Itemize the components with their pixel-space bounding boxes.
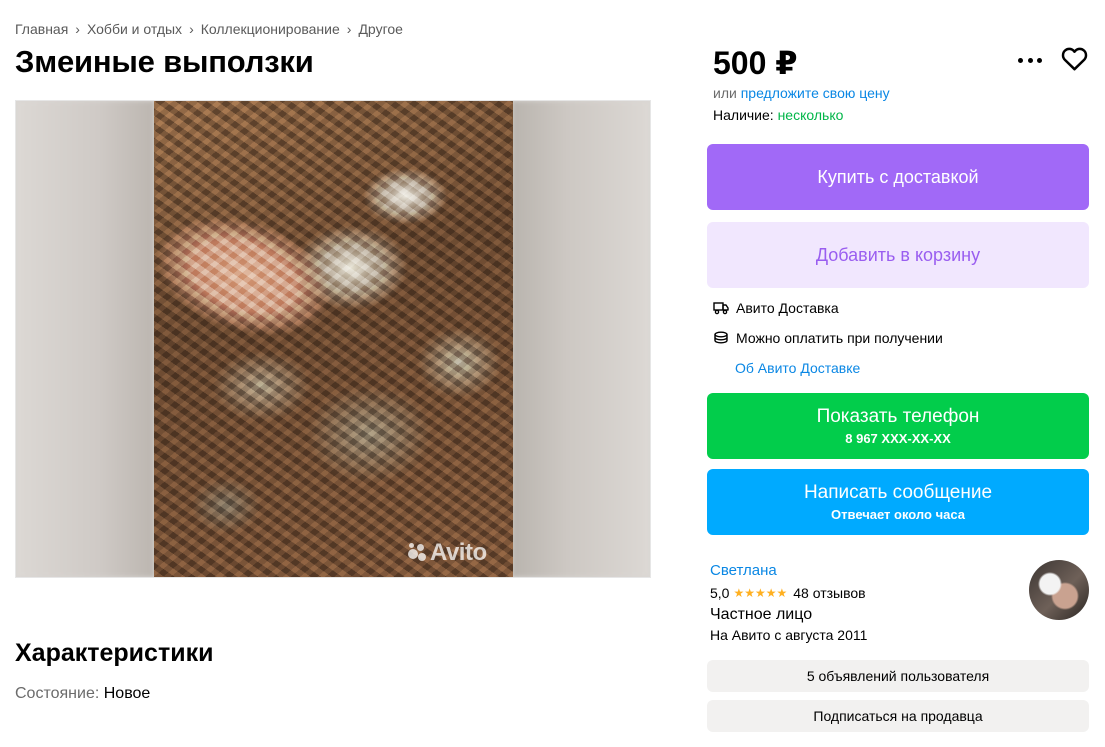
availability-value: несколько [777, 107, 844, 123]
reviews-link[interactable]: 48 отзывов [793, 585, 865, 601]
seller-since: На Авито с августа 2011 [710, 627, 868, 643]
condition-value: Новое [103, 685, 151, 702]
favorite-heart-icon[interactable] [1061, 46, 1088, 71]
breadcrumb-home[interactable]: Главная [15, 21, 68, 37]
photo-blur-right [512, 101, 650, 577]
breadcrumb-hobby[interactable]: Хобби и отдых [87, 21, 182, 37]
price: 500 ₽ [713, 45, 798, 81]
write-message-label: Написать сообщение [803, 482, 993, 503]
seller-listings-button[interactable]: 5 объявлений пользователя [707, 660, 1089, 692]
availability-label: Наличие: [713, 107, 778, 123]
delivery-label: Авито Доставка [736, 300, 839, 316]
rating-value: 5,0 [710, 585, 730, 601]
breadcrumb-separator: › [346, 21, 352, 37]
avito-delivery-row: Авито Доставка [713, 300, 839, 316]
subscribe-seller-button[interactable]: Подписаться на продавца [707, 700, 1089, 732]
availability: Наличие: несколько [713, 107, 843, 123]
truck-icon [713, 302, 729, 315]
seller-type: Частное лицо [710, 606, 813, 623]
main-photo[interactable] [154, 101, 513, 577]
phone-number: 8 967 XXX-XX-XX [845, 431, 951, 446]
characteristic-condition: Состояние: Новое [15, 685, 150, 703]
breadcrumb: Главная › Хобби и отдых › Коллекциониров… [15, 21, 403, 37]
buy-with-delivery-button[interactable]: Купить с доставкой [707, 144, 1089, 210]
avito-watermark: Avito [406, 539, 487, 567]
response-time: Отвечает около часа [831, 507, 965, 522]
write-message-button[interactable]: Написать сообщение Отвечает около часа [707, 469, 1089, 535]
offer-prefix: или [713, 85, 741, 101]
watermark-text: Avito [430, 539, 487, 566]
show-phone-button[interactable]: Показать телефон 8 967 XXX-XX-XX [707, 393, 1089, 459]
offer-price-link[interactable]: предложите свою цену [741, 85, 890, 101]
price-offer: или предложите свою цену [713, 85, 890, 101]
cart-button-label: Добавить в корзину [815, 244, 981, 265]
pay-on-receipt-label: Можно оплатить при получении [736, 330, 943, 346]
rating-stars-icon: ★★★★★ [733, 586, 788, 600]
characteristics-heading: Характеристики [15, 639, 214, 667]
more-options-icon[interactable] [1018, 50, 1042, 70]
buy-button-label: Купить с доставкой [817, 166, 979, 187]
show-phone-label: Показать телефон [816, 406, 980, 427]
about-delivery-link[interactable]: Об Авито Доставке [735, 360, 860, 376]
coins-icon [714, 331, 728, 344]
avito-logo-icon [406, 541, 428, 563]
seller-name-link[interactable]: Светлана [710, 562, 777, 579]
breadcrumb-separator: › [189, 21, 194, 37]
breadcrumb-collecting[interactable]: Коллекционирование [201, 21, 340, 37]
photo-texture [154, 101, 513, 577]
seller-avatar[interactable] [1029, 560, 1089, 620]
seller-rating: 5,0 ★★★★★ 48 отзывов [710, 585, 866, 601]
pay-on-receipt-row: Можно оплатить при получении [713, 330, 943, 346]
breadcrumb-separator: › [75, 21, 80, 37]
page-title: Змеиные выползки [15, 44, 314, 79]
photo-gallery[interactable]: Avito [15, 100, 651, 578]
add-to-cart-button[interactable]: Добавить в корзину [707, 222, 1089, 288]
condition-label: Состояние: [15, 685, 104, 702]
photo-blur-left [16, 101, 154, 577]
breadcrumb-other[interactable]: Другое [358, 21, 402, 37]
